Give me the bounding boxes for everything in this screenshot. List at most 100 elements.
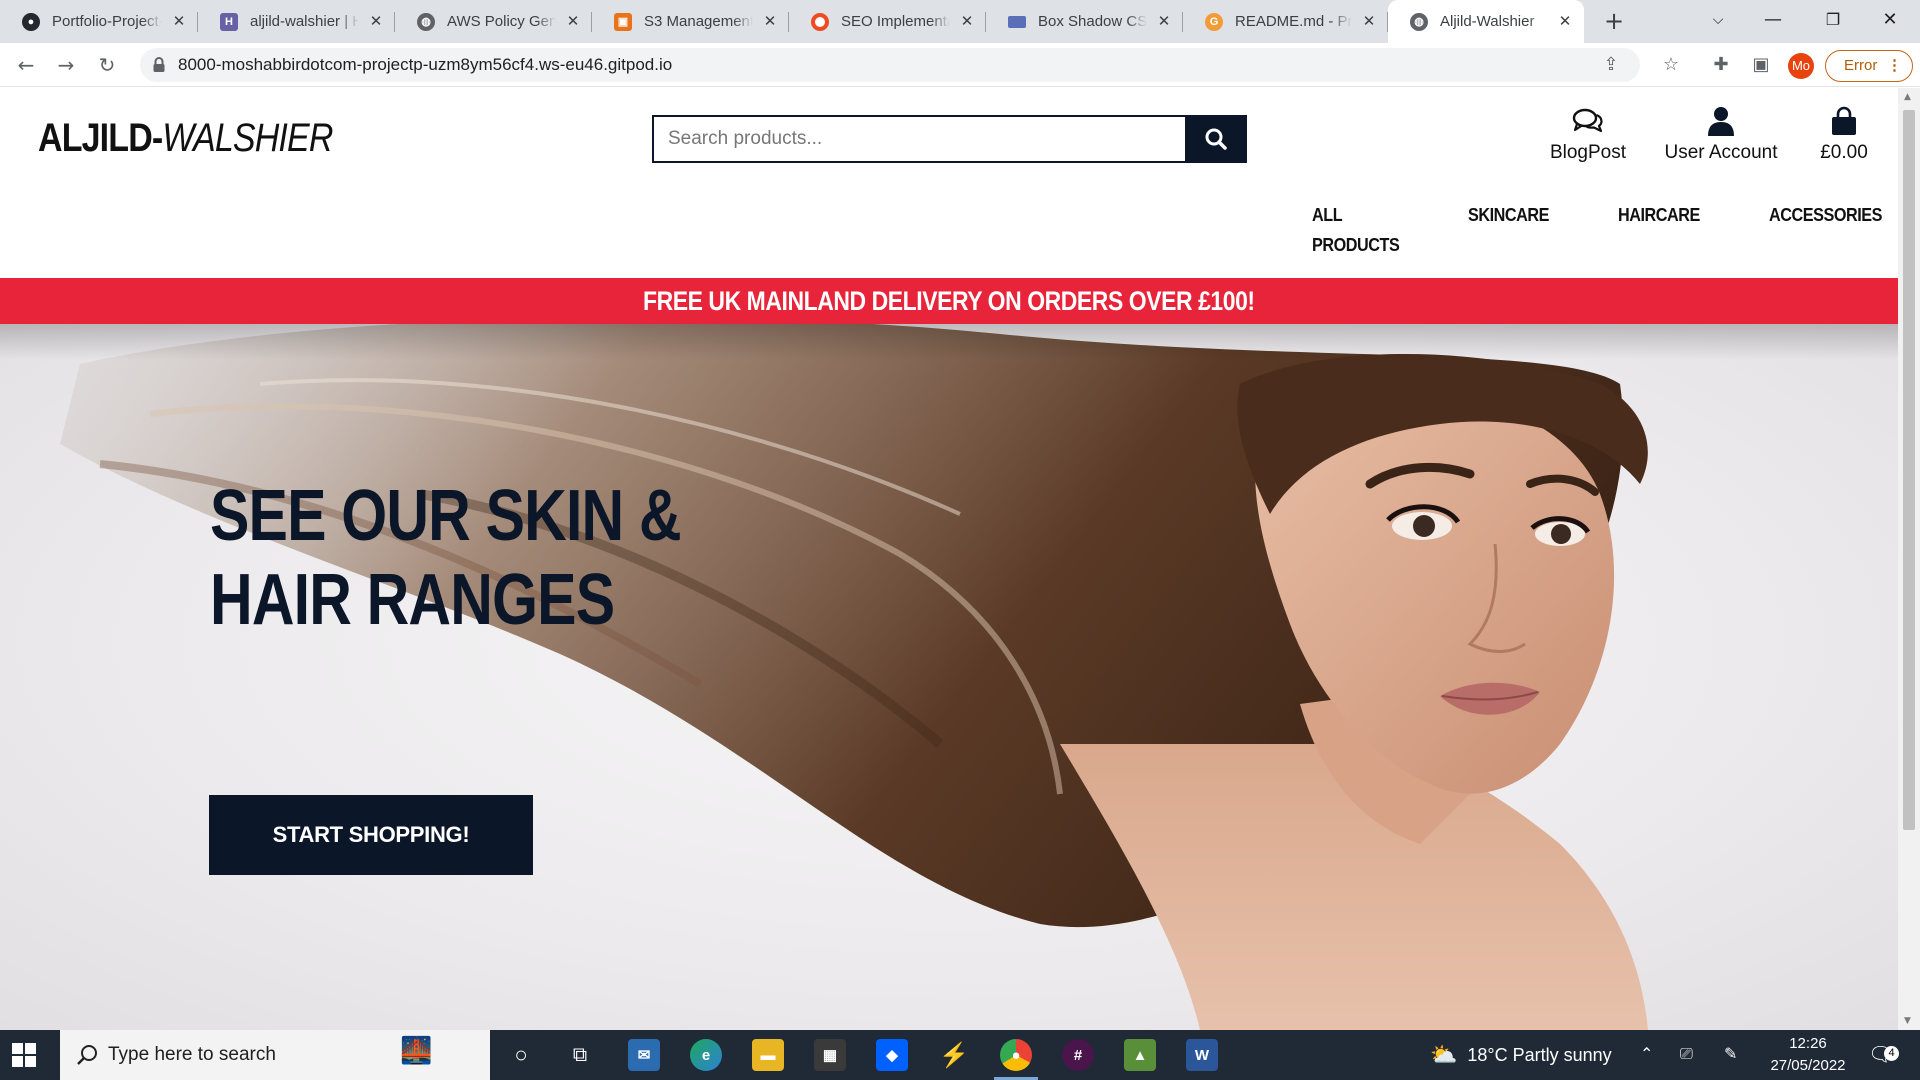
tab-title: README.md - Pro xyxy=(1235,13,1352,30)
page-viewport: ALJILD-WALSHIER BlogPost xyxy=(0,88,1898,1030)
comments-icon xyxy=(1572,108,1603,133)
box-shadow-icon xyxy=(1008,15,1026,28)
site-logo[interactable]: ALJILD-WALSHIER xyxy=(38,116,333,161)
search-button[interactable] xyxy=(1185,115,1247,163)
scroll-down-arrow-icon[interactable]: ▼ xyxy=(1904,1016,1911,1026)
clock-time: 12:26 xyxy=(1789,1035,1827,1052)
tab-title: Aljild-Walshier xyxy=(1440,13,1535,30)
close-tab-icon[interactable]: ✕ xyxy=(1360,13,1378,31)
search-highlight-illustration-icon: 🌉 xyxy=(400,1036,433,1066)
nav-accessories[interactable]: ACCESSORIES xyxy=(1769,200,1882,230)
weather-text: 18°C Partly sunny xyxy=(1467,1044,1612,1065)
word-icon[interactable]: W xyxy=(1186,1039,1218,1071)
tab-title: S3 Management C xyxy=(644,13,753,30)
nav-haircare[interactable]: HAIRCARE xyxy=(1618,200,1700,230)
site-header: ALJILD-WALSHIER BlogPost xyxy=(0,88,1898,278)
close-tab-icon[interactable]: ✕ xyxy=(958,13,976,31)
close-tab-icon[interactable]: ✕ xyxy=(761,13,779,31)
basket-total: £0.00 xyxy=(1820,142,1868,163)
circle-icon xyxy=(811,12,829,31)
tab-search-chevron-icon[interactable]: ⌵ xyxy=(1690,0,1746,43)
share-icon[interactable]: ⇪ xyxy=(1600,54,1622,76)
meet-now-icon[interactable]: ⎚ xyxy=(1680,1030,1693,1080)
aws-s3-icon: ▣ xyxy=(614,12,632,31)
chrome-icon[interactable]: ● xyxy=(1000,1039,1032,1071)
basket-link[interactable]: £0.00 xyxy=(1806,106,1882,164)
windows-start-icon[interactable] xyxy=(12,1043,36,1067)
user-account-link[interactable]: User Account xyxy=(1656,106,1786,164)
error-button[interactable]: Error ⋮ xyxy=(1825,50,1913,82)
close-tab-icon[interactable]: ✕ xyxy=(564,13,582,31)
delivery-banner: FREE UK MAINLAND DELIVERY ON ORDERS OVER… xyxy=(0,278,1898,324)
browser-tab[interactable]: ● Portfolio-Project- ✕ xyxy=(0,0,198,43)
hero-top-shadow xyxy=(0,324,1898,360)
browser-tab[interactable]: ▣ S3 Management C ✕ xyxy=(592,0,789,43)
github-icon: ● xyxy=(22,12,40,31)
search-input[interactable] xyxy=(654,117,1184,161)
windows-taskbar: Type here to search 🌉 ○ ⧉ ✉ e ▬ ▦ ◆ ⚡ ● … xyxy=(0,1030,1920,1080)
nav-label-line: ACCESSORIES xyxy=(1769,205,1882,225)
kebab-menu-icon: ⋮ xyxy=(1887,57,1902,74)
task-view-icon[interactable]: ⧉ xyxy=(564,1039,596,1071)
page-scrollbar[interactable]: ▲ ▼ xyxy=(1898,88,1920,1030)
delivery-banner-text: FREE UK MAINLAND DELIVERY ON ORDERS OVER… xyxy=(643,286,1255,316)
user-account-label: User Account xyxy=(1664,142,1778,163)
browser-tab[interactable]: H aljild-walshier | He ✕ xyxy=(198,0,395,43)
tab-title: aljild-walshier | He xyxy=(250,13,359,30)
nav-all-products[interactable]: ALL PRODUCTS xyxy=(1312,200,1400,260)
browser-tab[interactable]: ◍ AWS Policy Gener ✕ xyxy=(395,0,592,43)
weather-widget[interactable]: ⛅ 18°C Partly sunny xyxy=(1430,1030,1612,1080)
extensions-puzzle-icon[interactable]: ✚ xyxy=(1710,54,1732,76)
nav-label-line: HAIRCARE xyxy=(1618,205,1700,225)
file-explorer-icon[interactable]: ▬ xyxy=(752,1039,784,1071)
start-shopping-button[interactable]: START SHOPPING! xyxy=(209,795,533,875)
hero-model-image xyxy=(60,324,1648,1030)
close-tab-icon[interactable]: ✕ xyxy=(1556,13,1574,31)
address-bar[interactable]: 8000-moshabbirdotcom-projectp-uzm8ym56cf… xyxy=(140,48,1640,82)
browser-tab[interactable]: Box Shadow CSS ✕ xyxy=(986,0,1183,43)
taskbar-clock[interactable]: 12:26 27/05/2022 xyxy=(1768,1030,1848,1080)
close-tab-icon[interactable]: ✕ xyxy=(170,13,188,31)
pen-workspace-icon[interactable]: ✎ xyxy=(1724,1030,1737,1080)
scrollbar-thumb[interactable] xyxy=(1903,110,1915,830)
nav-skincare[interactable]: SKINCARE xyxy=(1468,200,1549,230)
dropbox-icon[interactable]: ◆ xyxy=(876,1039,908,1071)
tray-chevron-up-icon[interactable]: ⌃ xyxy=(1640,1030,1653,1080)
error-label: Error xyxy=(1844,57,1878,74)
globe-icon: ◍ xyxy=(417,12,435,31)
lock-icon xyxy=(153,57,165,72)
mail-icon[interactable]: ✉ xyxy=(628,1039,660,1071)
forward-arrow-icon[interactable]: → xyxy=(52,51,80,79)
browser-tab[interactable]: G README.md - Pro ✕ xyxy=(1183,0,1388,43)
new-tab-button[interactable]: + xyxy=(1600,8,1628,36)
nav-label-line: PRODUCTS xyxy=(1312,235,1400,255)
bookmark-star-icon[interactable]: ☆ xyxy=(1660,54,1682,76)
tab-title: Portfolio-Project- xyxy=(52,13,162,30)
blog-link[interactable]: BlogPost xyxy=(1538,106,1638,164)
vs-code-icon[interactable]: ⚡ xyxy=(938,1039,970,1071)
browser-tab-active[interactable]: ◍ Aljild-Walshier ✕ xyxy=(1388,0,1584,43)
taskbar-search-box[interactable]: Type here to search 🌉 xyxy=(60,1030,490,1080)
slack-icon[interactable]: # xyxy=(1062,1039,1094,1071)
close-tab-icon[interactable]: ✕ xyxy=(367,13,385,31)
minimize-button[interactable]: — xyxy=(1745,0,1801,43)
microsoft-store-icon[interactable]: ▦ xyxy=(814,1039,846,1071)
profile-avatar[interactable]: Mo xyxy=(1788,53,1814,79)
side-panel-icon[interactable]: ▣ xyxy=(1750,54,1772,76)
notifications-icon[interactable]: 🗨 4 xyxy=(1868,1030,1899,1080)
browser-tab[interactable]: SEO Implementati ✕ xyxy=(789,0,986,43)
reload-icon[interactable]: ↻ xyxy=(93,51,121,79)
edge-browser-icon[interactable]: e xyxy=(690,1039,722,1071)
scroll-up-arrow-icon[interactable]: ▲ xyxy=(1904,92,1911,102)
back-arrow-icon[interactable]: ← xyxy=(12,51,40,79)
image-editor-icon[interactable]: ▲ xyxy=(1124,1039,1156,1071)
logo-italic-text: WALSHIER xyxy=(162,116,333,160)
shopping-bag-icon xyxy=(1832,106,1856,135)
cortana-icon[interactable]: ○ xyxy=(505,1039,537,1071)
restore-button[interactable]: ❐ xyxy=(1805,0,1861,43)
close-tab-icon[interactable]: ✕ xyxy=(1155,13,1173,31)
gitpod-icon: G xyxy=(1205,12,1223,31)
logo-main-text: ALJILD- xyxy=(38,116,163,160)
close-window-button[interactable]: ✕ xyxy=(1862,0,1918,43)
tab-title: Box Shadow CSS xyxy=(1038,13,1147,30)
